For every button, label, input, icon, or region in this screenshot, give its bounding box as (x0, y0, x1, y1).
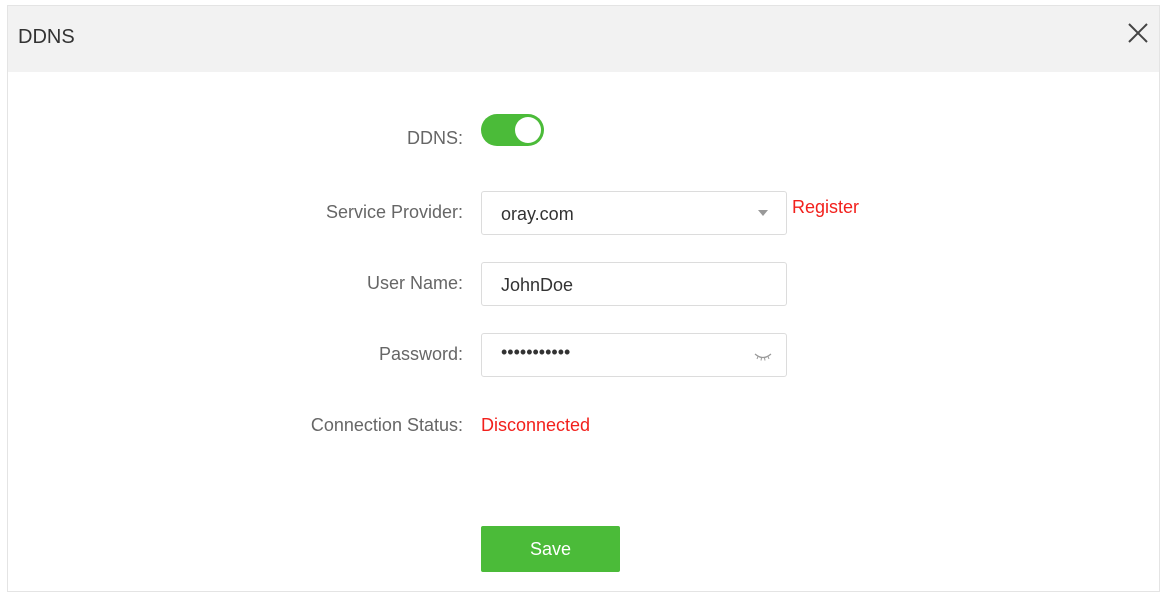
ddns-label: DDNS: (406, 128, 463, 148)
connection-status-label: Connection Status: (310, 415, 463, 435)
user-name-input[interactable]: JohnDoe (481, 262, 787, 306)
toggle-knob (515, 117, 541, 143)
password-value: ••••••••••• (501, 342, 571, 362)
password-input[interactable]: ••••••••••• (481, 333, 787, 377)
service-provider-value: oray.com (501, 204, 574, 224)
eye-closed-icon[interactable] (754, 349, 772, 361)
service-provider-select[interactable]: oray.com (481, 191, 787, 235)
password-label: Password: (378, 344, 463, 364)
connection-status-value: Disconnected (481, 415, 591, 435)
user-name-value: JohnDoe (501, 275, 574, 295)
register-link[interactable]: Register (792, 197, 859, 218)
save-button[interactable]: Save (481, 526, 620, 572)
ddns-toggle[interactable] (481, 114, 544, 146)
dialog-header: DDNS (8, 6, 1159, 72)
chevron-down-icon (758, 210, 768, 216)
close-icon[interactable] (1125, 20, 1151, 46)
user-name-label: User Name: (366, 273, 463, 293)
service-provider-label: Service Provider: (325, 202, 463, 222)
dialog-title: DDNS (18, 26, 75, 48)
